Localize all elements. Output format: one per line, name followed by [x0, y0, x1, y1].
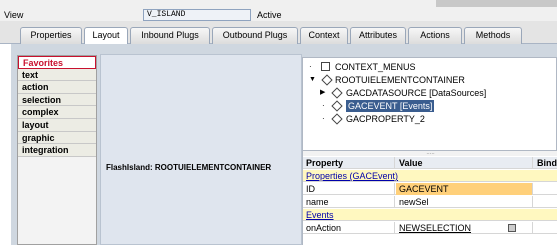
- event-value-field[interactable]: NEWSELECTION: [396, 222, 533, 234]
- properties-panel: ..... Property Value Bindi... Properties…: [302, 150, 557, 245]
- palette-item-text[interactable]: text: [18, 68, 96, 82]
- leaf-bullet-icon: ·: [322, 101, 325, 110]
- checkbox-icon: [321, 62, 330, 71]
- leaf-bullet-icon: ·: [309, 62, 312, 71]
- view-header: View V_ISLAND Active: [0, 0, 557, 21]
- event-value[interactable]: NEWSELECTION: [399, 223, 471, 233]
- section-label[interactable]: Events: [303, 209, 557, 221]
- column-header-value[interactable]: Value: [396, 157, 533, 169]
- tab-methods[interactable]: Methods: [464, 27, 522, 44]
- palette-item-graphic[interactable]: graphic: [18, 131, 96, 145]
- view-name-field[interactable]: V_ISLAND: [143, 9, 251, 21]
- editor-tabbar: Properties Layout Inbound Plugs Outbound…: [0, 21, 557, 45]
- diamond-icon: [331, 113, 343, 125]
- ui-element-tree: · CONTEXT_MENUS ▼ ROOTUIELEMENTCONTAINER…: [302, 57, 557, 151]
- flash-island-label: FlashIsland: ROOTUIELEMENTCONTAINER: [106, 163, 272, 172]
- section-label[interactable]: Properties (GACEvent): [303, 170, 557, 182]
- tab-layout[interactable]: Layout: [84, 27, 128, 45]
- palette-item-favorites[interactable]: Favorites: [18, 56, 96, 69]
- tree-node-gacdatasource[interactable]: ▶ GACDATASOURCE [DataSources]: [320, 87, 550, 99]
- layout-canvas[interactable]: FlashIsland: ROOTUIELEMENTCONTAINER: [100, 54, 302, 245]
- palette-item-layout[interactable]: layout: [18, 118, 96, 132]
- palette-item-integration[interactable]: integration: [18, 144, 96, 157]
- binding-cell[interactable]: [534, 222, 557, 234]
- collapsed-triangle-icon[interactable]: ▶: [320, 87, 325, 99]
- tab-context[interactable]: Context: [300, 27, 348, 44]
- tree-node-gacevent[interactable]: · GACEVENT [Events]: [320, 100, 550, 112]
- event-name: onAction: [303, 222, 395, 234]
- tab-outbound-plugs[interactable]: Outbound Plugs: [212, 27, 298, 44]
- tab-actions[interactable]: Actions: [408, 27, 462, 44]
- property-name: name: [303, 196, 395, 208]
- column-header-binding[interactable]: Bindi...: [534, 157, 557, 169]
- property-name: ID: [303, 183, 395, 195]
- expanded-triangle-icon[interactable]: ▼: [309, 74, 316, 86]
- header-decoration: [436, 0, 557, 7]
- tab-inbound-plugs[interactable]: Inbound Plugs: [130, 27, 210, 44]
- value-help-icon[interactable]: [508, 224, 516, 232]
- table-row[interactable]: name newSel: [303, 196, 557, 208]
- diamond-icon: [331, 87, 343, 99]
- diamond-icon: [331, 100, 343, 112]
- view-status: Active: [257, 10, 282, 20]
- property-value-field[interactable]: newSel: [396, 196, 533, 208]
- tab-properties[interactable]: Properties: [20, 27, 82, 44]
- column-header-property[interactable]: Property: [303, 157, 395, 169]
- section-row-properties[interactable]: Properties (GACEvent): [303, 170, 557, 182]
- tree-node-gacproperty-2[interactable]: · GACPROPERTY_2: [320, 113, 550, 125]
- table-row[interactable]: ID GACEVENT: [303, 183, 557, 195]
- section-row-events[interactable]: Events: [303, 209, 557, 221]
- tab-attributes[interactable]: Attributes: [350, 27, 406, 44]
- tree-node-context-menus[interactable]: · CONTEXT_MENUS: [309, 61, 549, 73]
- binding-cell[interactable]: [534, 196, 557, 208]
- palette-item-selection[interactable]: selection: [18, 93, 96, 107]
- tree-node-rootuielementcontainer[interactable]: ▼ ROOTUIELEMENTCONTAINER: [309, 74, 549, 86]
- panel-splitter[interactable]: .....: [303, 150, 557, 156]
- properties-header-row: Property Value Bindi...: [303, 157, 557, 169]
- palette-item-complex[interactable]: complex: [18, 106, 96, 119]
- view-label: View: [4, 10, 24, 20]
- palette-item-action[interactable]: action: [18, 81, 96, 94]
- leaf-bullet-icon: ·: [322, 114, 325, 123]
- binding-cell[interactable]: [534, 183, 557, 195]
- ui-element-palette: Favorites text action selection complex …: [17, 55, 97, 245]
- diamond-icon: [321, 74, 333, 86]
- property-value-field[interactable]: GACEVENT: [396, 183, 533, 195]
- table-row[interactable]: onAction NEWSELECTION: [303, 222, 557, 234]
